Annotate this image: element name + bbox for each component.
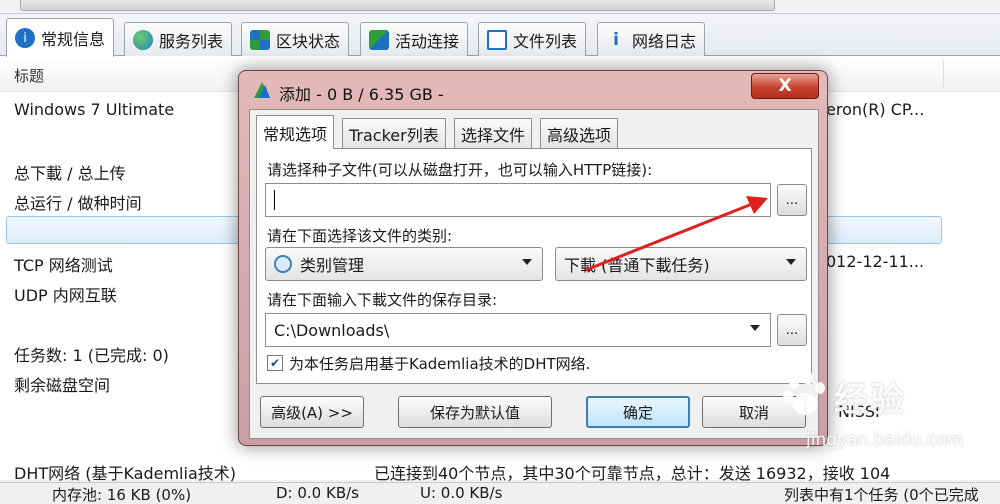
button-label: 取消 [738, 403, 769, 422]
close-icon: X [778, 76, 792, 96]
status-memory-pool: 内存池: 16 KB (0%) [52, 486, 192, 504]
baidu-jingyan-watermark: 经验 jingyan.baidu.com [778, 370, 988, 464]
ok-button[interactable]: 确定 [586, 396, 690, 428]
torrent-file-label: 请选择种子文件(可以从磁盘打开，也可以输入HTTP链接): [267, 161, 653, 179]
connections-icon [369, 29, 389, 50]
browse-dir-button[interactable]: ... [777, 314, 807, 346]
dialog-tab-label: 选择文件 [461, 125, 526, 145]
status-bar: 内存池: 16 KB (0%) D: 0.0 KB/s U: 0.0 KB/s … [0, 482, 1000, 504]
blocks-icon [250, 29, 270, 50]
main-tab-bar: i 常规信息 服务列表 区块状态 活动连接 文件列表 i 网络日志 [0, 14, 1000, 57]
button-label: 保存为默认值 [429, 403, 520, 422]
tab-label: 活动连接 [395, 31, 460, 51]
watermark-url: jingyan.baidu.com [806, 430, 963, 450]
dialog-tab-label: Tracker列表 [349, 125, 439, 145]
tab-active-connections[interactable]: 活动连接 [360, 22, 469, 56]
dialog-tab-label: 高级选项 [547, 125, 612, 145]
category-value: 类别管理 [300, 256, 365, 275]
paw-logo-icon [783, 371, 825, 415]
tab-service-list[interactable]: 服务列表 [124, 22, 233, 56]
category-icon [274, 255, 292, 273]
top-horizontal-scrollbar[interactable] [0, 0, 1000, 14]
scrollbar-thumb[interactable] [20, 0, 775, 11]
save-dir-label: 请在下面输入下載文件的保存目录: [267, 291, 498, 309]
info-row-label: Windows 7 Ultimate [14, 100, 175, 119]
browse-label: ... [785, 192, 799, 208]
tab-block-status[interactable]: 区块状态 [241, 22, 350, 56]
tab-label: 区块状态 [276, 31, 341, 51]
status-upload-speed: U: 0.0 KB/s [420, 484, 503, 502]
category-label: 请在下面选择该文件的类别: [267, 227, 453, 245]
browse-torrent-button[interactable]: ... [777, 184, 807, 216]
info-row-label: 总运行 / 做种时间 [14, 194, 142, 213]
info-row-value: 012-12-11... [826, 252, 925, 271]
close-button[interactable]: X [751, 73, 819, 99]
chevron-down-icon[interactable] [750, 325, 760, 331]
advanced-button[interactable]: 高级(A) >> [260, 396, 364, 428]
checkmark-icon: ✔ [269, 356, 281, 370]
text-cursor [274, 190, 275, 210]
tab-label: 服务列表 [159, 31, 224, 51]
tab-label: 常规信息 [41, 30, 106, 49]
dialog-body: 常规选项 Tracker列表 选择文件 高级选项 请选择种子文件(可以从磁盘打开… [249, 109, 819, 439]
save-dir-input[interactable]: C:\Downloads\ [265, 313, 771, 347]
info-icon: i [15, 28, 35, 48]
info-row-label: DHT网络 (基于Kademlia技术) [14, 464, 236, 483]
dht-checkbox[interactable]: ✔ [267, 355, 283, 371]
info-row-value: eron(R) CP... [826, 100, 925, 119]
tab-network-log[interactable]: i 网络日志 [597, 22, 706, 56]
status-task-count: 列表中有1个任务 (0个已完成 [784, 486, 979, 504]
add-task-dialog: 添加 - 0 B / 6.35 GB - X 常规选项 Tracker列表 选择… [238, 70, 828, 446]
torrent-file-input[interactable] [265, 183, 771, 217]
save-dir-value: C:\Downloads\ [274, 320, 390, 340]
save-default-button[interactable]: 保存为默认值 [398, 396, 552, 428]
info-row-label: UDP 内网互联 [14, 286, 117, 305]
dialog-title: 添加 - 0 B / 6.35 GB - [279, 85, 444, 104]
info-small-icon: i [613, 29, 619, 50]
globe-icon [133, 29, 153, 50]
column-header-title: 标题 [14, 67, 45, 85]
info-row-label: 剩余磁盘空间 [14, 376, 111, 395]
tab-label: 网络日志 [632, 31, 697, 51]
status-download-speed: D: 0.0 KB/s [276, 484, 359, 502]
dialog-tab-general[interactable]: 常规选项 [256, 115, 335, 149]
file-list-icon [487, 29, 507, 50]
tab-label: 文件列表 [513, 31, 578, 51]
button-label: 确定 [622, 403, 653, 422]
category-select[interactable]: 类别管理 [265, 247, 543, 281]
watermark-brand: 经验 [834, 380, 906, 420]
dialog-tab-select-files[interactable]: 选择文件 [454, 118, 533, 148]
tab-general-info[interactable]: i 常规信息 [6, 18, 115, 57]
info-row-label: 总下載 / 总上传 [14, 164, 126, 183]
dialog-tab-tracker[interactable]: Tracker列表 [342, 118, 446, 148]
button-label: 高级(A) >> [271, 403, 353, 422]
chevron-down-icon [522, 259, 532, 265]
dialog-tab-label: 常规选项 [263, 124, 328, 144]
download-type-select[interactable]: 下載 (普通下載任务) [555, 247, 807, 281]
tab-file-list[interactable]: 文件列表 [478, 22, 587, 56]
info-row-label: 任务数: 1 (已完成: 0) [14, 346, 169, 365]
dialog-tab-content: 请选择种子文件(可以从磁盘打开，也可以输入HTTP链接): ... 请在下面选择… [256, 148, 812, 384]
browse-label: ... [785, 322, 799, 338]
info-row-label: TCP 网络测试 [14, 256, 113, 275]
chevron-down-icon [786, 259, 796, 265]
dht-checkbox-label: 为本任务启用基于Kademlia技术的DHT网络. [289, 355, 591, 373]
download-type-value: 下載 (普通下載任务) [564, 256, 710, 275]
dialog-tab-advanced[interactable]: 高级选项 [540, 118, 619, 148]
column-separator[interactable] [943, 60, 944, 88]
app-logo-icon [254, 82, 270, 98]
